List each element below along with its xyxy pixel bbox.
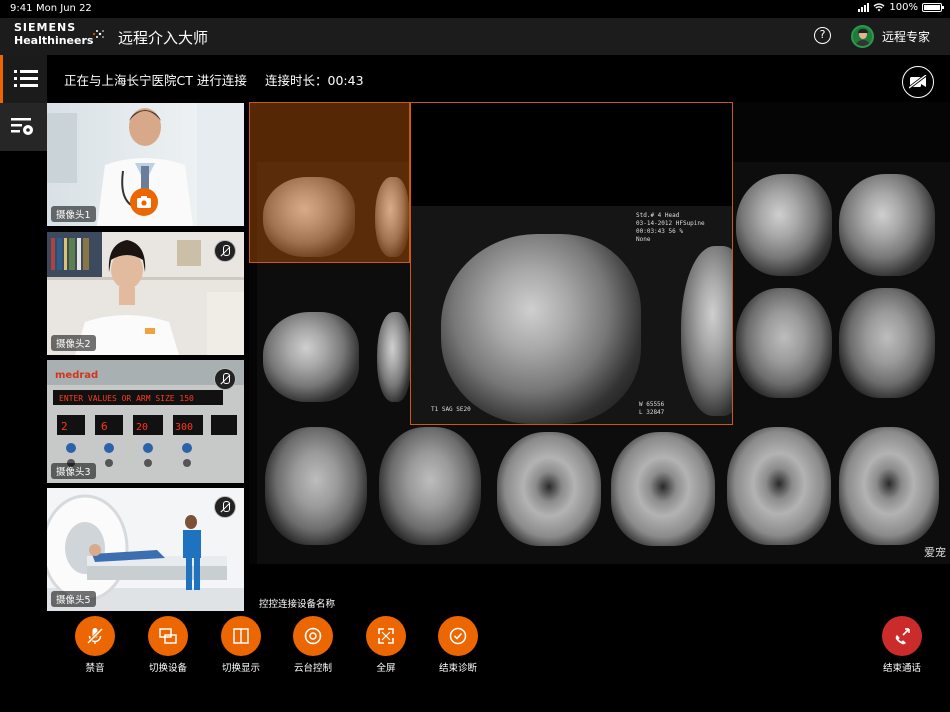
user-name[interactable]: 远程专家 <box>882 28 930 45</box>
camera-thumbnail[interactable]: 摄像头2 <box>47 232 244 355</box>
mri-scan-image <box>839 288 935 398</box>
mri-scan-image <box>263 312 359 402</box>
playlist-settings-icon <box>11 118 33 135</box>
connection-duration: 连接时长：00:43 <box>265 73 364 88</box>
switch-display-label: 切换显示 <box>221 663 260 674</box>
svg-text:medrad: medrad <box>55 370 98 381</box>
zoom-series-label: T1 SAG SE20 <box>431 406 471 413</box>
svg-text:300: 300 <box>175 422 193 433</box>
main-video-viewer[interactable]: Std.# 4 Head 03-14-2012 HFSupine 00:03:4… <box>249 102 950 564</box>
camera-label: 摄像头1 <box>51 206 96 222</box>
ptz-control-label: 云台控制 <box>293 663 332 674</box>
zoomed-film: Std.# 4 Head 03-14-2012 HFSupine 00:03:4… <box>411 206 732 424</box>
app-title: 远程介入大师 <box>118 29 209 47</box>
sidebar-item-playlist[interactable] <box>0 103 47 151</box>
mri-scan-image <box>839 174 935 276</box>
end-diagnosis-label: 结束诊断 <box>438 663 477 674</box>
zoom-info-line: None <box>636 236 651 243</box>
zoom-window-level: L 32847 <box>639 409 665 416</box>
camera-label: 摄像头5 <box>51 591 96 607</box>
status-date: Mon Jun 22 <box>36 3 92 14</box>
sidebar-item-list[interactable] <box>0 55 47 103</box>
camera-label: 摄像头2 <box>51 335 96 351</box>
list-icon <box>14 69 38 87</box>
end-call-button[interactable]: 结束通话 <box>874 616 930 674</box>
mri-scan-image <box>611 432 715 546</box>
fullscreen-button[interactable]: 全屏 <box>358 616 414 674</box>
mri-scan-image <box>497 432 601 546</box>
video-off-icon <box>909 75 927 89</box>
zoom-selection-box[interactable] <box>249 102 410 263</box>
mic-off-icon[interactable] <box>214 240 236 262</box>
mri-scan-image <box>377 312 411 402</box>
mic-off-icon[interactable] <box>214 496 236 518</box>
siemens-healthineers-logo: SIEMENS Healthineers <box>14 21 104 48</box>
svg-text:ENTER VALUES OR ARM SIZE 150: ENTER VALUES OR ARM SIZE 150 <box>59 394 194 403</box>
zoom-info-line: 00:03:43 56 % <box>636 228 683 235</box>
mri-scan-zoomed <box>441 234 641 424</box>
zoom-info-line: Std.# 4 Head <box>636 212 680 219</box>
camera-thumbnail[interactable]: 摄像头5 <box>47 488 244 611</box>
camera-thumbnail[interactable]: 摄像头1 <box>47 103 244 226</box>
help-circle-icon[interactable]: ? <box>814 27 831 44</box>
ptz-control-button[interactable]: 云台控制 <box>285 616 341 674</box>
brand-line1: SIEMENS <box>14 21 77 34</box>
device-name-label: 控控连接设备名称 <box>259 599 336 610</box>
camera-thumbnail[interactable]: medrad ENTER VALUES OR ARM SIZE 150 2 6 … <box>47 360 244 483</box>
svg-text:6: 6 <box>101 420 108 433</box>
watermark: 爱宠 <box>924 546 946 559</box>
status-right: 100% <box>858 2 944 13</box>
status-time: 9:41 <box>10 3 33 14</box>
zoom-info-line: 03-14-2012 HFSupine <box>636 220 705 227</box>
app-header: SIEMENS Healthineers 远程介入大师 ? 远程专家 <box>0 18 950 55</box>
mri-scan-image <box>727 427 831 545</box>
ptz-control-icon <box>304 627 322 645</box>
mri-scan-image <box>736 174 832 276</box>
phone-hangup-icon <box>895 628 910 645</box>
svg-text:2: 2 <box>61 420 68 433</box>
mri-scan-image <box>736 288 832 398</box>
cellular-signal-icon <box>858 3 870 12</box>
switch-device-icon <box>159 628 177 644</box>
fullscreen-label: 全屏 <box>376 663 396 674</box>
brand-dots-icon <box>93 30 104 38</box>
switch-device-button[interactable]: 切换设备 <box>140 616 196 674</box>
mri-scan-image <box>265 427 367 545</box>
battery-percent: 100% <box>889 2 918 13</box>
switch-display-button[interactable]: 切换显示 <box>213 616 269 674</box>
switch-device-label: 切换设备 <box>148 663 187 674</box>
mic-off-icon[interactable] <box>214 368 236 390</box>
mri-scan-image <box>379 427 481 545</box>
wifi-icon <box>873 3 885 12</box>
left-rail <box>0 55 47 151</box>
mri-scan-image <box>839 427 939 545</box>
avatar[interactable] <box>851 25 874 48</box>
mute-label: 禁音 <box>85 663 105 674</box>
svg-text:20: 20 <box>136 422 148 433</box>
brand-line2: Healthineers <box>14 34 94 47</box>
end-diagnosis-button[interactable]: 结束诊断 <box>430 616 486 674</box>
video-off-button[interactable] <box>902 66 934 98</box>
split-view-icon <box>233 628 249 644</box>
connection-status: 正在与上海长宁医院CT 进行连接 <box>64 73 247 88</box>
zoom-window-width: W 65556 <box>639 401 665 408</box>
mute-button[interactable]: 禁音 <box>67 616 123 674</box>
fullscreen-icon <box>378 628 394 644</box>
mic-off-icon <box>86 627 104 645</box>
mri-scan-zoomed <box>681 246 732 416</box>
camera-icon[interactable] <box>130 188 158 216</box>
zoom-view-frame[interactable]: Std.# 4 Head 03-14-2012 HFSupine 00:03:4… <box>410 102 733 425</box>
camera-label: 摄像头3 <box>51 463 96 479</box>
battery-icon <box>922 3 944 12</box>
end-call-label: 结束通话 <box>882 663 921 674</box>
status-bar: 9:41 Mon Jun 22 100% <box>0 0 950 18</box>
check-circle-icon <box>449 627 467 645</box>
